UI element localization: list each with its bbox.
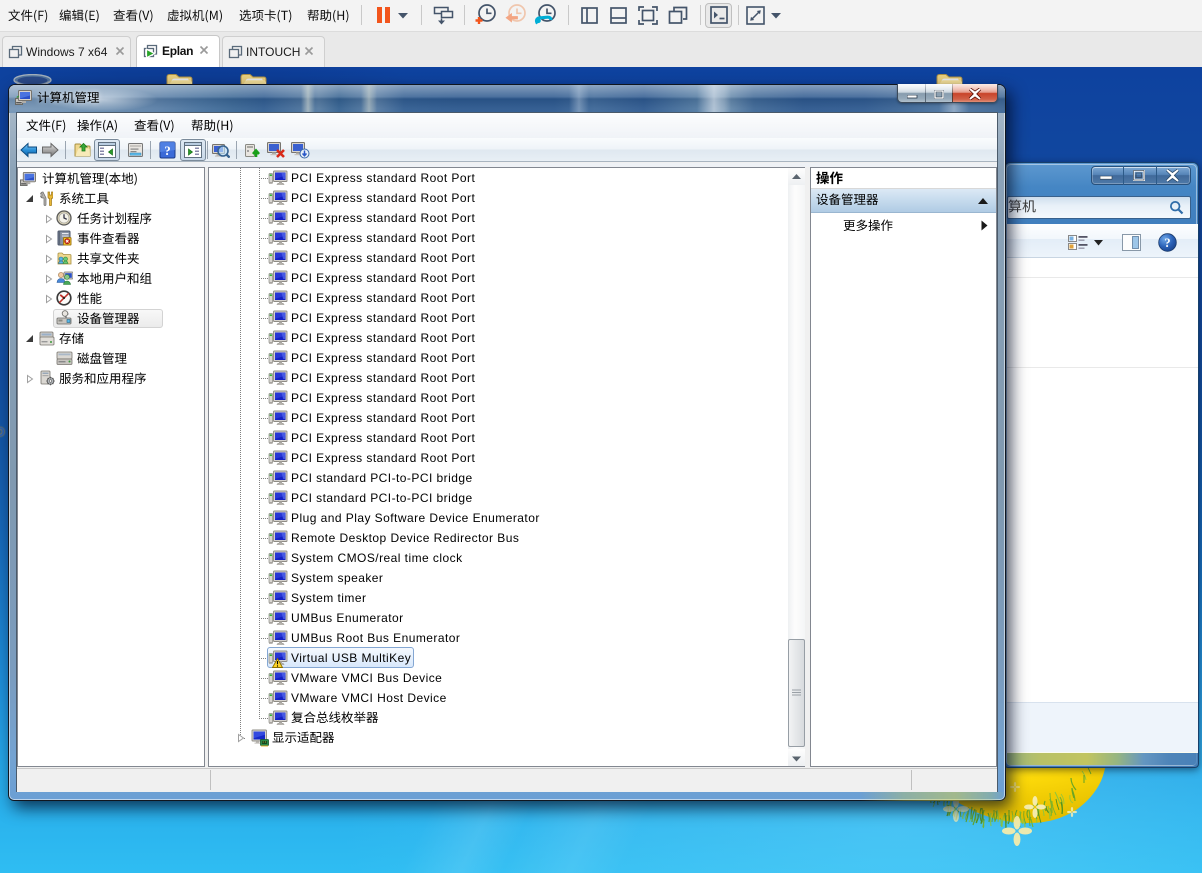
svg-text:?: ? (1164, 236, 1170, 250)
svg-text:?: ? (164, 143, 171, 158)
